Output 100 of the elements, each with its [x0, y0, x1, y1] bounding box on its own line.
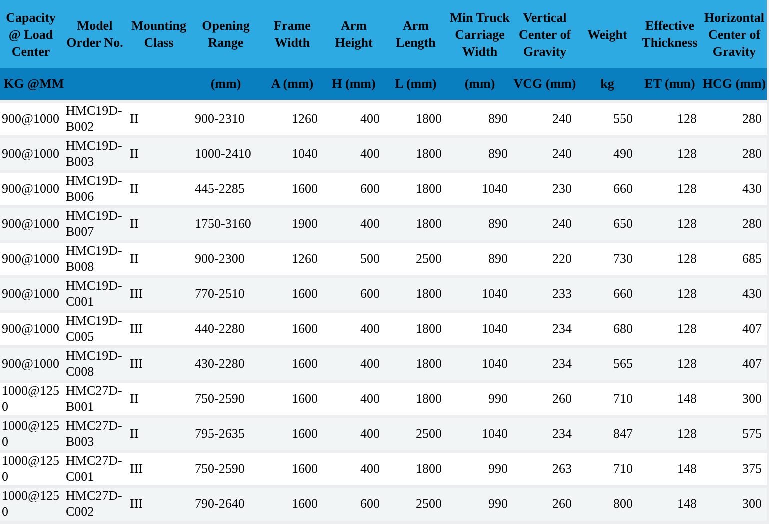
table-cell: 400: [323, 346, 385, 381]
table-cell: 128: [638, 276, 702, 311]
table-cell: 600: [323, 276, 385, 311]
table-cell: HMC27D-B001: [62, 381, 128, 416]
table-cell: 1000@1250: [0, 486, 62, 521]
table-cell: 1750-3160: [190, 206, 262, 241]
table-cell: 1900: [262, 206, 323, 241]
table-cell: HMC19D-C005: [62, 311, 128, 346]
table-cell: 1600: [262, 311, 323, 346]
table-cell: 1600: [262, 381, 323, 416]
table-cell: 128: [638, 136, 702, 171]
table-cell: 1040: [447, 311, 513, 346]
table-cell: 440-2280: [190, 311, 262, 346]
table-cell: 890: [447, 241, 513, 276]
table-cell: 234: [513, 416, 577, 451]
table-cell: II: [128, 381, 190, 416]
table-cell: 900-2310: [190, 101, 262, 136]
table-cell: 575: [702, 416, 767, 451]
table-cell: 1600: [262, 171, 323, 206]
unit-header: L (mm): [385, 68, 447, 101]
column-header: Model Order No.: [62, 0, 128, 68]
column-header: Frame Width: [262, 0, 323, 68]
table-cell: 1800: [385, 451, 447, 486]
table-cell: 1040: [447, 276, 513, 311]
unit-header: KG @MM: [0, 68, 62, 101]
table-cell: 240: [513, 101, 577, 136]
table-cell: 1800: [385, 206, 447, 241]
table-cell: 1040: [447, 416, 513, 451]
table-cell: 900@1000: [0, 136, 62, 171]
table-cell: HMC27D-B003: [62, 416, 128, 451]
table-cell: 730: [577, 241, 638, 276]
table-cell: 1800: [385, 346, 447, 381]
table-cell: II: [128, 171, 190, 206]
column-header: Effective Thickness: [638, 0, 702, 68]
table-cell: 790-2640: [190, 486, 262, 521]
table-cell: III: [128, 486, 190, 521]
table-cell: 430-2280: [190, 346, 262, 381]
table-cell: 300: [702, 486, 767, 521]
table-cell: 890: [447, 101, 513, 136]
unit-header: HCG (mm): [702, 68, 767, 101]
table-cell: II: [128, 101, 190, 136]
unit-header: VCG (mm): [513, 68, 577, 101]
table-cell: HMC19D-C001: [62, 276, 128, 311]
table-cell: 990: [447, 486, 513, 521]
table-cell: 128: [638, 311, 702, 346]
table-cell: 990: [447, 451, 513, 486]
unit-header: (mm): [447, 68, 513, 101]
table-cell: 900@1000: [0, 311, 62, 346]
table-cell: 128: [638, 241, 702, 276]
table-cell: 445-2285: [190, 171, 262, 206]
table-cell: 500: [323, 241, 385, 276]
table-cell: 430: [702, 276, 767, 311]
table-cell: 600: [323, 486, 385, 521]
table-cell: 800: [577, 486, 638, 521]
table-cell: 400: [323, 101, 385, 136]
column-header: Vertical Center of Gravity: [513, 0, 577, 68]
table-cell: 900@1000: [0, 206, 62, 241]
table-cell: 1260: [262, 241, 323, 276]
table-cell: 550: [577, 101, 638, 136]
table-cell: 490: [577, 136, 638, 171]
table-cell: 400: [323, 416, 385, 451]
table-cell: 900@1000: [0, 241, 62, 276]
column-header: Horizontal Center of Gravity: [702, 0, 767, 68]
table-cell: 795-2635: [190, 416, 262, 451]
table-cell: 1800: [385, 171, 447, 206]
table-cell: 900@1000: [0, 171, 62, 206]
table-cell: 128: [638, 346, 702, 381]
table-cell: 128: [638, 171, 702, 206]
unit-header: H (mm): [323, 68, 385, 101]
table-cell: 1040: [447, 171, 513, 206]
table-cell: 1000@1250: [0, 451, 62, 486]
table-cell: 990: [447, 381, 513, 416]
column-header: Min Truck Carriage Width: [447, 0, 513, 68]
table-cell: 128: [638, 101, 702, 136]
table-cell: 260: [513, 381, 577, 416]
table-cell: 260: [513, 486, 577, 521]
table-cell: 1600: [262, 416, 323, 451]
table-cell: 680: [577, 311, 638, 346]
table-cell: 1000@1250: [0, 416, 62, 451]
table-cell: 1040: [262, 136, 323, 171]
unit-header: (mm): [190, 68, 262, 101]
table-cell: 890: [447, 136, 513, 171]
column-header: Weight: [577, 0, 638, 68]
table-cell: 280: [702, 206, 767, 241]
table-cell: III: [128, 276, 190, 311]
table-cell: 1600: [262, 276, 323, 311]
table-cell: 900-2300: [190, 241, 262, 276]
table-cell: III: [128, 346, 190, 381]
table-cell: 220: [513, 241, 577, 276]
table-cell: 300: [702, 381, 767, 416]
table-cell: 1600: [262, 346, 323, 381]
table-cell: 400: [323, 381, 385, 416]
table-cell: 280: [702, 101, 767, 136]
table-cell: III: [128, 451, 190, 486]
table-cell: II: [128, 136, 190, 171]
table-cell: 900@1000: [0, 276, 62, 311]
table-cell: 407: [702, 311, 767, 346]
table-cell: 407: [702, 346, 767, 381]
table-cell: 1260: [262, 101, 323, 136]
table-cell: HMC19D-B008: [62, 241, 128, 276]
